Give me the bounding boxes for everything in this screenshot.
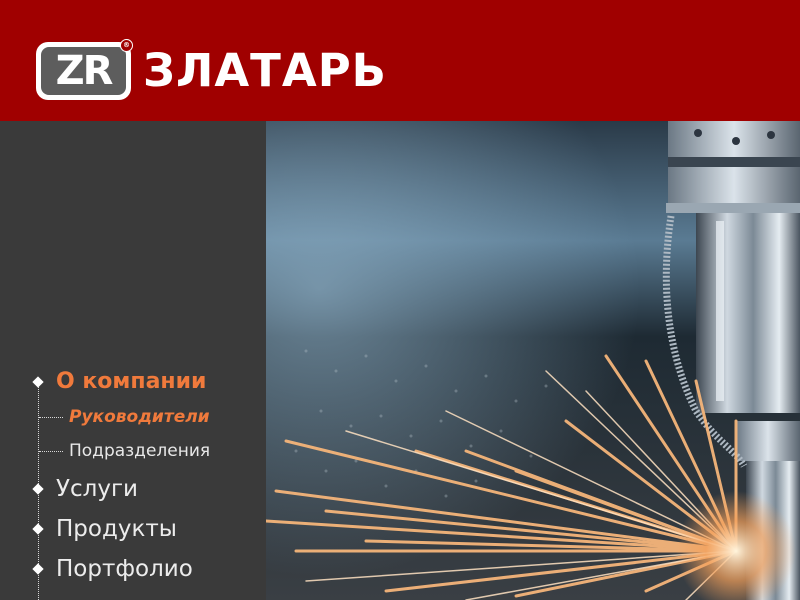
laser-cutting-illustration [266, 121, 800, 600]
logo-badge: ZR ® [36, 39, 133, 100]
sidebar: О компании Руководители Подразделения Ус… [0, 121, 266, 600]
company-name: ЗЛАТАРЬ [143, 44, 387, 97]
hero-image [266, 121, 800, 600]
subnav-item-label: Руководители [69, 407, 210, 427]
subnav-item-departments[interactable]: Подразделения [39, 441, 210, 461]
subnav-item-label: Подразделения [69, 441, 211, 461]
bullet-diamond-icon [32, 563, 44, 575]
nav-item-about[interactable]: О компании [31, 369, 206, 394]
registered-mark-icon: ® [120, 39, 133, 52]
logo-link[interactable]: ZR ® ЗЛАТАРЬ [36, 39, 387, 100]
nav-item-portfolio[interactable]: Портфолио [31, 556, 193, 582]
nav-item-label: О компании [56, 369, 207, 394]
subnav-item-leaders[interactable]: Руководители [39, 407, 210, 427]
nav-item-services[interactable]: Услуги [31, 476, 138, 502]
sidebar-nav: О компании Руководители Подразделения Ус… [0, 121, 266, 600]
nav-item-products[interactable]: Продукты [31, 516, 177, 542]
nav-item-label: Услуги [56, 476, 139, 502]
tree-branch-line [39, 450, 63, 452]
bullet-diamond-icon [32, 375, 44, 388]
tree-branch-line [39, 416, 63, 418]
bullet-diamond-icon [32, 523, 44, 535]
nav-item-label: Продукты [56, 516, 177, 542]
bullet-diamond-icon [32, 483, 44, 495]
site-header: ZR ® ЗЛАТАРЬ [0, 0, 800, 121]
logo-badge-text: ZR [41, 47, 126, 95]
nav-item-label: Портфолио [56, 556, 193, 582]
